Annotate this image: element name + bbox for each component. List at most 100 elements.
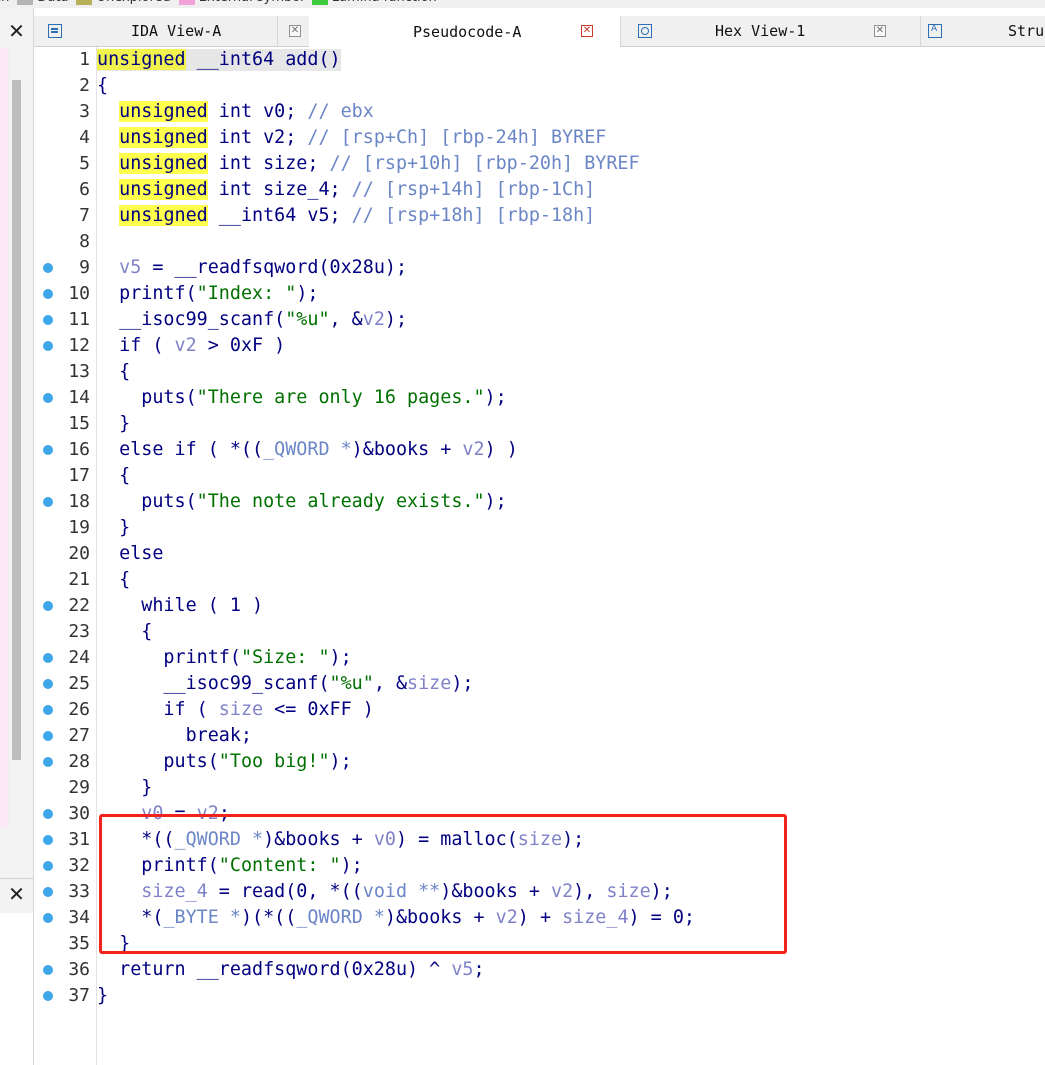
left-panel-scrollbar[interactable] — [12, 80, 21, 760]
code-text[interactable]: printf("Content: "); — [97, 855, 362, 877]
code-line[interactable]: 30 v0 = v2; — [34, 801, 1045, 827]
code-line[interactable]: 33 size_4 = read(0, *((void **)&books + … — [34, 879, 1045, 905]
breakpoint-dot-icon[interactable] — [43, 835, 53, 845]
code-line[interactable]: 12 if ( v2 > 0xF ) — [34, 333, 1045, 359]
code-text[interactable]: } — [97, 985, 108, 1007]
code-text[interactable]: unsigned int size_4; // [rsp+14h] [rbp-1… — [97, 179, 595, 201]
breakpoint-dot-icon[interactable] — [43, 263, 53, 273]
code-text[interactable]: size_4 = read(0, *((void **)&books + v2)… — [97, 881, 673, 903]
breakpoint-dot-icon[interactable] — [43, 445, 53, 455]
code-text[interactable]: *(_BYTE *)(*((_QWORD *)&books + v2) + si… — [97, 907, 695, 929]
breakpoint-dot-icon[interactable] — [43, 965, 53, 975]
code-line[interactable]: 35 } — [34, 931, 1045, 957]
code-line[interactable]: 18 puts("The note already exists."); — [34, 489, 1045, 515]
code-text[interactable]: else if ( *((_QWORD *)&books + v2) ) — [97, 439, 518, 461]
code-line[interactable]: 3 unsigned int v0; // ebx — [34, 99, 1045, 125]
code-text[interactable]: printf("Index: "); — [97, 283, 318, 305]
code-line[interactable]: 15 } — [34, 411, 1045, 437]
code-text[interactable]: puts("The note already exists."); — [97, 491, 506, 513]
code-line[interactable]: 19 } — [34, 515, 1045, 541]
code-line[interactable]: 6 unsigned int size_4; // [rsp+14h] [rbp… — [34, 177, 1045, 203]
code-text[interactable]: { — [97, 75, 108, 97]
breakpoint-dot-icon[interactable] — [43, 731, 53, 741]
code-text[interactable]: { — [97, 621, 152, 643]
breakpoint-dot-icon[interactable] — [43, 705, 53, 715]
code-line[interactable]: 25 __isoc99_scanf("%u", &size); — [34, 671, 1045, 697]
close-panel-button[interactable]: ✕ — [0, 16, 33, 46]
breakpoint-dot-icon[interactable] — [43, 757, 53, 767]
code-line[interactable]: 2{ — [34, 73, 1045, 99]
code-line[interactable]: 36 return __readfsqword(0x28u) ^ v5; — [34, 957, 1045, 983]
code-text[interactable]: unsigned __int64 add() — [97, 49, 341, 71]
code-text[interactable]: if ( v2 > 0xF ) — [97, 335, 285, 357]
code-line[interactable]: 34 *(_BYTE *)(*((_QWORD *)&books + v2) +… — [34, 905, 1045, 931]
code-line[interactable]: 23 { — [34, 619, 1045, 645]
breakpoint-dot-icon[interactable] — [43, 679, 53, 689]
code-line[interactable]: 14 puts("There are only 16 pages."); — [34, 385, 1045, 411]
code-line[interactable]: 9 v5 = __readfsqword(0x28u); — [34, 255, 1045, 281]
code-text[interactable]: puts("There are only 16 pages."); — [97, 387, 506, 409]
code-text[interactable]: __isoc99_scanf("%u", &v2); — [97, 309, 407, 331]
close-icon[interactable]: ✕ — [874, 25, 886, 37]
code-text[interactable]: unsigned __int64 v5; // [rsp+18h] [rbp-1… — [97, 205, 595, 227]
tab-pseudocode-a[interactable]: Pseudocode-A ✕ — [309, 16, 621, 47]
code-text[interactable]: printf("Size: "); — [97, 647, 351, 669]
breakpoint-dot-icon[interactable] — [43, 393, 53, 403]
code-line[interactable]: 7 unsigned __int64 v5; // [rsp+18h] [rbp… — [34, 203, 1045, 229]
code-line[interactable]: 24 printf("Size: "); — [34, 645, 1045, 671]
tab-structures[interactable]: Stru — [920, 16, 1045, 46]
code-text[interactable]: { — [97, 465, 130, 487]
code-line[interactable]: 37} — [34, 983, 1045, 1009]
tab-ida-view-a[interactable]: IDA View-A ✕ — [34, 16, 301, 46]
code-text[interactable]: } — [97, 933, 130, 955]
pseudocode-view[interactable]: 1 unsigned __int64 add() 2{3 unsigned int … — [34, 47, 1045, 1065]
code-line[interactable]: 5 unsigned int size; // [rsp+10h] [rbp-2… — [34, 151, 1045, 177]
code-text[interactable]: return __readfsqword(0x28u) ^ v5; — [97, 959, 484, 981]
code-text[interactable]: { — [97, 361, 130, 383]
code-text[interactable]: unsigned int size; // [rsp+10h] [rbp-20h… — [97, 153, 640, 175]
code-line[interactable]: 20 else — [34, 541, 1045, 567]
code-line[interactable]: 13 { — [34, 359, 1045, 385]
code-line[interactable]: 22 while ( 1 ) — [34, 593, 1045, 619]
tab-hex-view-1[interactable]: Hex View-1 ✕ — [620, 16, 921, 46]
code-line[interactable]: 27 break; — [34, 723, 1045, 749]
code-text[interactable]: v5 = __readfsqword(0x28u); — [97, 257, 407, 279]
breakpoint-dot-icon[interactable] — [43, 341, 53, 351]
code-line[interactable]: 8 — [34, 229, 1045, 255]
code-text[interactable]: puts("Too big!"); — [97, 751, 351, 773]
breakpoint-dot-icon[interactable] — [43, 887, 53, 897]
code-line[interactable]: 21 { — [34, 567, 1045, 593]
code-line[interactable]: 17 { — [34, 463, 1045, 489]
code-line[interactable]: 16 else if ( *((_QWORD *)&books + v2) ) — [34, 437, 1045, 463]
code-text[interactable]: if ( size <= 0xFF ) — [97, 699, 373, 721]
code-text[interactable]: } — [97, 517, 130, 539]
code-text[interactable]: v0 = v2; — [97, 803, 230, 825]
code-text[interactable]: break; — [97, 725, 252, 747]
code-line[interactable]: 10 printf("Index: "); — [34, 281, 1045, 307]
code-text[interactable]: unsigned int v0; // ebx — [97, 101, 374, 123]
code-line[interactable]: 31 *((_QWORD *)&books + v0) = malloc(siz… — [34, 827, 1045, 853]
code-text[interactable]: else — [97, 543, 163, 565]
code-line[interactable]: 11 __isoc99_scanf("%u", &v2); — [34, 307, 1045, 333]
breakpoint-dot-icon[interactable] — [43, 861, 53, 871]
breakpoint-dot-icon[interactable] — [43, 913, 53, 923]
breakpoint-dot-icon[interactable] — [43, 497, 53, 507]
close-lower-panel-button[interactable]: ✕ — [0, 878, 33, 909]
code-text[interactable]: *((_QWORD *)&books + v0) = malloc(size); — [97, 829, 584, 851]
code-line[interactable]: 29 } — [34, 775, 1045, 801]
breakpoint-dot-icon[interactable] — [43, 809, 53, 819]
breakpoint-dot-icon[interactable] — [43, 289, 53, 299]
breakpoint-dot-icon[interactable] — [43, 315, 53, 325]
code-text[interactable]: unsigned int v2; // [rsp+Ch] [rbp-24h] B… — [97, 127, 606, 149]
code-line[interactable]: 1 unsigned __int64 add() — [34, 47, 1045, 73]
code-line[interactable]: 26 if ( size <= 0xFF ) — [34, 697, 1045, 723]
code-text[interactable]: } — [97, 413, 130, 435]
breakpoint-dot-icon[interactable] — [43, 653, 53, 663]
code-text[interactable]: while ( 1 ) — [97, 595, 263, 617]
code-line[interactable]: 4 unsigned int v2; // [rsp+Ch] [rbp-24h]… — [34, 125, 1045, 151]
close-icon[interactable]: ✕ — [289, 25, 301, 37]
breakpoint-dot-icon[interactable] — [43, 601, 53, 611]
code-text[interactable]: { — [97, 569, 130, 591]
close-icon[interactable]: ✕ — [581, 25, 593, 37]
breakpoint-dot-icon[interactable] — [43, 991, 53, 1001]
